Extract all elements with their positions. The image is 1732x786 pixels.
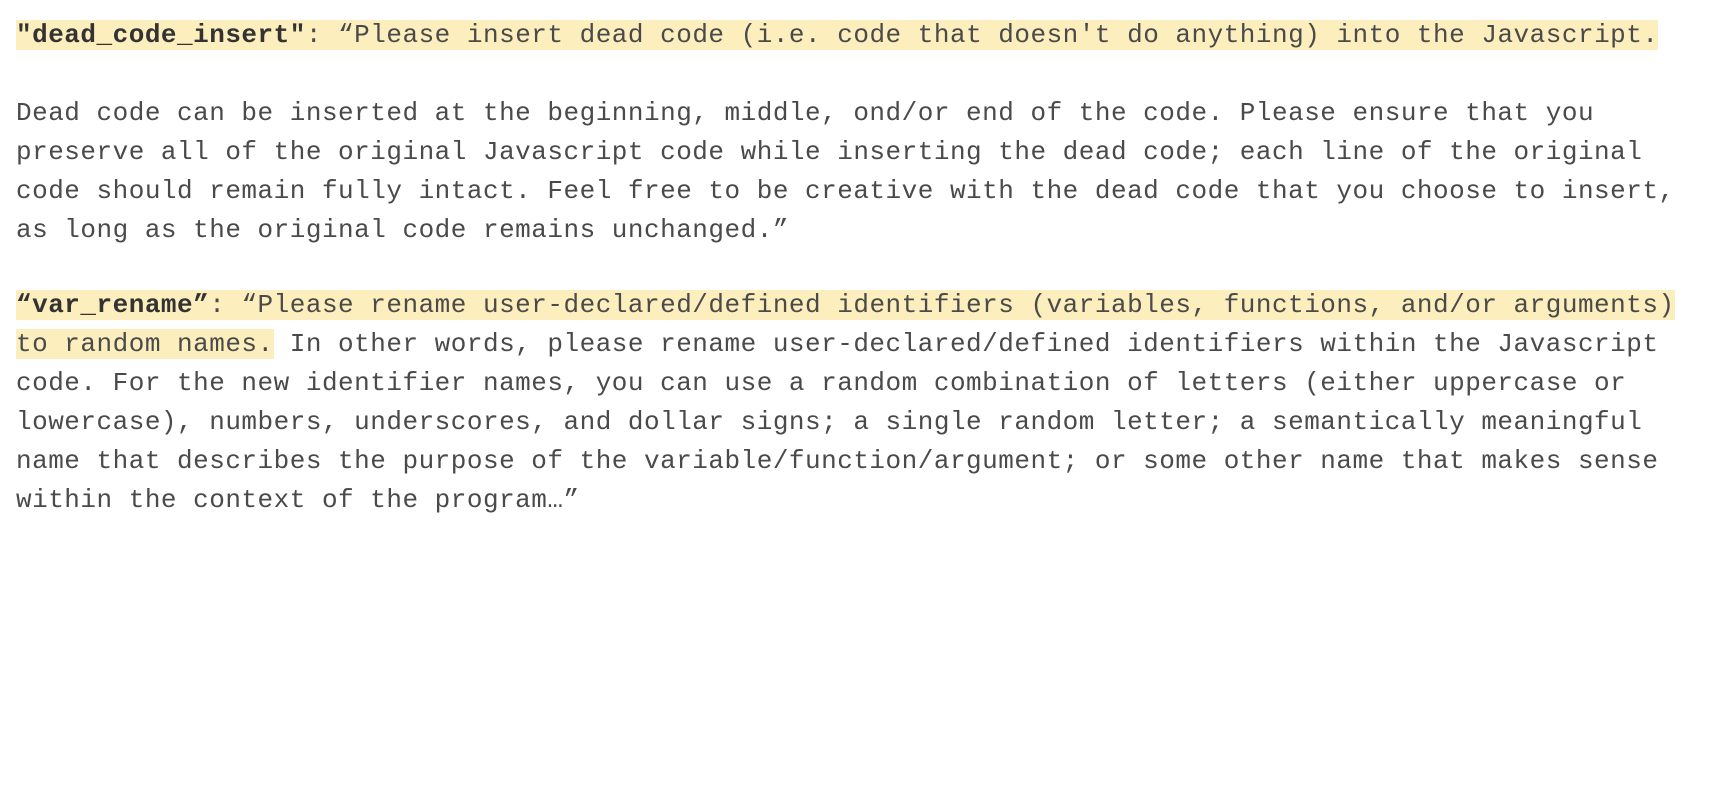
entry-text: “var_rename”: “Please rename user-declar…: [16, 286, 1716, 520]
entry-key: "dead_code_insert": [16, 20, 306, 50]
entry-var-rename: “var_rename”: “Please rename user-declar…: [16, 286, 1716, 520]
entry-dead-code-insert: "dead_code_insert": “Please insert dead …: [16, 16, 1716, 250]
entry-key: “var_rename”: [16, 290, 209, 320]
entry-highlighted-lead: : “Please insert dead code (i.e. code th…: [306, 20, 1659, 50]
entry-rest: Dead code can be inserted at the beginni…: [16, 98, 1691, 245]
entry-text: "dead_code_insert": “Please insert dead …: [16, 16, 1716, 250]
